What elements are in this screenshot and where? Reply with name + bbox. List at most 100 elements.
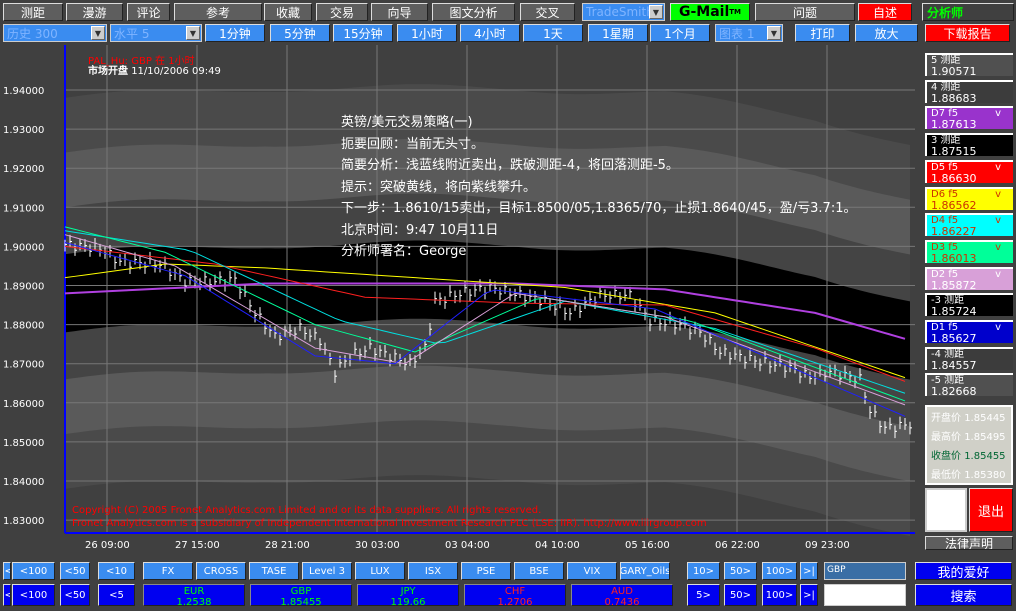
nav-back-button[interactable]: |< [3, 584, 11, 606]
level-box[interactable]: D4 f5 v 1.86227 [925, 213, 1013, 237]
level-box[interactable]: D2 f5 v 1.85872 [925, 266, 1013, 291]
market-button[interactable]: LUX [355, 562, 405, 580]
comment-button[interactable]: 评论 [127, 3, 170, 21]
quote-eur[interactable]: EUR 1.2538 [143, 584, 245, 608]
timeframe-button[interactable]: 15分钟 [333, 24, 393, 42]
quote-jpy[interactable]: JPY 119.66 [357, 584, 459, 608]
level-toggle[interactable]: v [995, 216, 1001, 226]
level-box[interactable]: D3 f5 v 1.86013 [925, 239, 1013, 264]
level-value: 1.90571 [931, 65, 977, 78]
print-button[interactable]: 打印 [795, 24, 850, 42]
timeframe-button[interactable]: 5分钟 [270, 24, 330, 42]
ohlc-label: 最低价 [931, 470, 961, 481]
wizard-button[interactable]: 向导 [371, 3, 428, 21]
readme-button[interactable]: 自述 [858, 3, 912, 21]
level-toggle[interactable]: v [995, 269, 1001, 280]
gmail-button[interactable]: G-Mail TM [670, 3, 750, 21]
nav-back-button[interactable]: <100 [12, 562, 55, 580]
level-toggle[interactable]: v [995, 242, 1001, 253]
ohlc-label: 最高价 [931, 432, 961, 443]
market-button[interactable]: Level 3 [302, 562, 352, 580]
level-box[interactable]: 5 测距 1.90571 [925, 53, 1013, 78]
exit-button[interactable]: 退出 [969, 488, 1013, 532]
favorite-button[interactable]: 收藏 [264, 3, 312, 21]
y-tick-label: 1.93000 [3, 125, 44, 136]
nav-back-button[interactable]: <5 [98, 584, 135, 606]
market-button[interactable]: CROSS [196, 562, 246, 580]
level-box[interactable]: -5 测距 1.82668 [925, 373, 1013, 397]
market-button[interactable]: GARY_Oils [620, 562, 670, 580]
nav-back-button[interactable]: |< [3, 562, 11, 580]
level-toggle[interactable]: v [995, 109, 1001, 119]
legal-notice-button[interactable]: 法律声明 [925, 536, 1013, 550]
level-select[interactable]: 水平 5 ▼ [110, 24, 202, 42]
nav-back-button[interactable]: <50 [60, 562, 90, 580]
nav-forward-button[interactable]: >| [800, 562, 818, 580]
analyst-button[interactable]: 分析师 [922, 3, 1014, 21]
level-box[interactable]: 3 测距 1.87515 [925, 133, 1013, 157]
commentary-line: 简要分析：浅蓝线附近卖出，跌破测距-4，将回落测距-5。 [341, 158, 679, 173]
level-box[interactable]: -3 测距 1.85724 [925, 293, 1013, 319]
symbol-input[interactable]: GBP [824, 562, 906, 580]
chart-select[interactable]: 图表 1 ▼ [715, 24, 783, 42]
history-select[interactable]: 历史 300 ▼ [3, 24, 107, 42]
download-report-button[interactable]: 下载报告 [925, 24, 1010, 42]
nav-forward-button[interactable]: 10> [687, 562, 720, 580]
chart-analysis-button[interactable]: 图文分析 [432, 3, 515, 21]
question-button[interactable]: 问题 [755, 3, 855, 21]
quote-value: 1.2706 [497, 597, 533, 608]
market-button[interactable]: PSE [461, 562, 511, 580]
level-value: 1.85724 [931, 305, 977, 319]
x-tick-label: 30 03:00 [355, 540, 400, 551]
nav-forward-button[interactable]: 50> [724, 562, 757, 580]
level-select-value: 水平 5 [114, 26, 150, 41]
search-input[interactable] [824, 584, 906, 606]
level-toggle[interactable]: v [995, 323, 1001, 333]
level-box[interactable]: -4 测距 1.84557 [925, 346, 1013, 371]
nav-forward-button[interactable]: 100> [762, 584, 797, 606]
commentary-line: 北京时间：9:47 10月11日 [341, 222, 499, 238]
timeframe-button[interactable]: 1天 [523, 24, 583, 42]
provider-select[interactable]: TradeSmith ▼ [582, 3, 665, 21]
nav-forward-button[interactable]: 100> [762, 562, 797, 580]
market-button[interactable]: FX [143, 562, 193, 580]
nav-forward-button[interactable]: >| [800, 584, 818, 606]
level-name: D2 f5 [931, 268, 959, 280]
timeframe-button[interactable]: 1个月 [650, 24, 710, 42]
quote-aud[interactable]: AUD 0.7436 [571, 584, 673, 608]
timeframe-button[interactable]: 1分钟 [205, 24, 265, 42]
quote-symbol: CHF [504, 586, 526, 597]
level-toggle[interactable]: v [995, 162, 1001, 173]
timeframe-button[interactable]: 1小时 [397, 24, 457, 42]
nav-back-button[interactable]: <10 [98, 562, 135, 580]
cross-button[interactable]: 交叉 [520, 3, 575, 21]
measure-button[interactable]: 测距 [3, 3, 63, 21]
market-button[interactable]: BSE [514, 562, 564, 580]
timeframe-button[interactable]: 4小时 [460, 24, 520, 42]
quote-chf[interactable]: CHF 1.2706 [464, 584, 566, 608]
quote-gbp[interactable]: GBP 1.85455 [250, 584, 352, 608]
level-box[interactable]: 4 测距 1.88683 [925, 79, 1013, 104]
level-toggle[interactable]: v [995, 189, 1001, 200]
market-button[interactable]: ISX [408, 562, 458, 580]
nav-forward-button[interactable]: 5> [687, 584, 720, 606]
level-name: D6 f5 [931, 188, 959, 200]
level-box[interactable]: D1 f5 v 1.85627 [925, 320, 1013, 344]
favorites-button[interactable]: 我的爱好 [915, 562, 1012, 580]
market-button[interactable]: VIX [567, 562, 617, 580]
nav-forward-button[interactable]: 50> [724, 584, 757, 606]
copyright-line-1: Copyright (C) 2005 Fronet Analytics.com … [72, 505, 542, 516]
market-button[interactable]: TASE [249, 562, 299, 580]
nav-back-button[interactable]: <100 [12, 584, 55, 606]
roam-button[interactable]: 漫游 [66, 3, 123, 21]
nav-back-button[interactable]: <50 [60, 584, 90, 606]
search-button[interactable]: 搜索 [915, 584, 1012, 606]
level-box[interactable]: D5 f5 v 1.86630 [925, 159, 1013, 184]
reference-button[interactable]: 参考 [174, 3, 262, 21]
trade-button[interactable]: 交易 [316, 3, 368, 21]
timeframe-button[interactable]: 1星期 [588, 24, 648, 42]
level-box[interactable]: D6 f5 v 1.86562 [925, 186, 1013, 211]
zoom-button[interactable]: 放大 [855, 24, 918, 42]
level-box[interactable]: D7 f5 v 1.87613 [925, 106, 1013, 130]
commentary-line: 下一步：1.8610/15卖出，目标1.8500/05,1.8365/70，止损… [341, 201, 857, 216]
